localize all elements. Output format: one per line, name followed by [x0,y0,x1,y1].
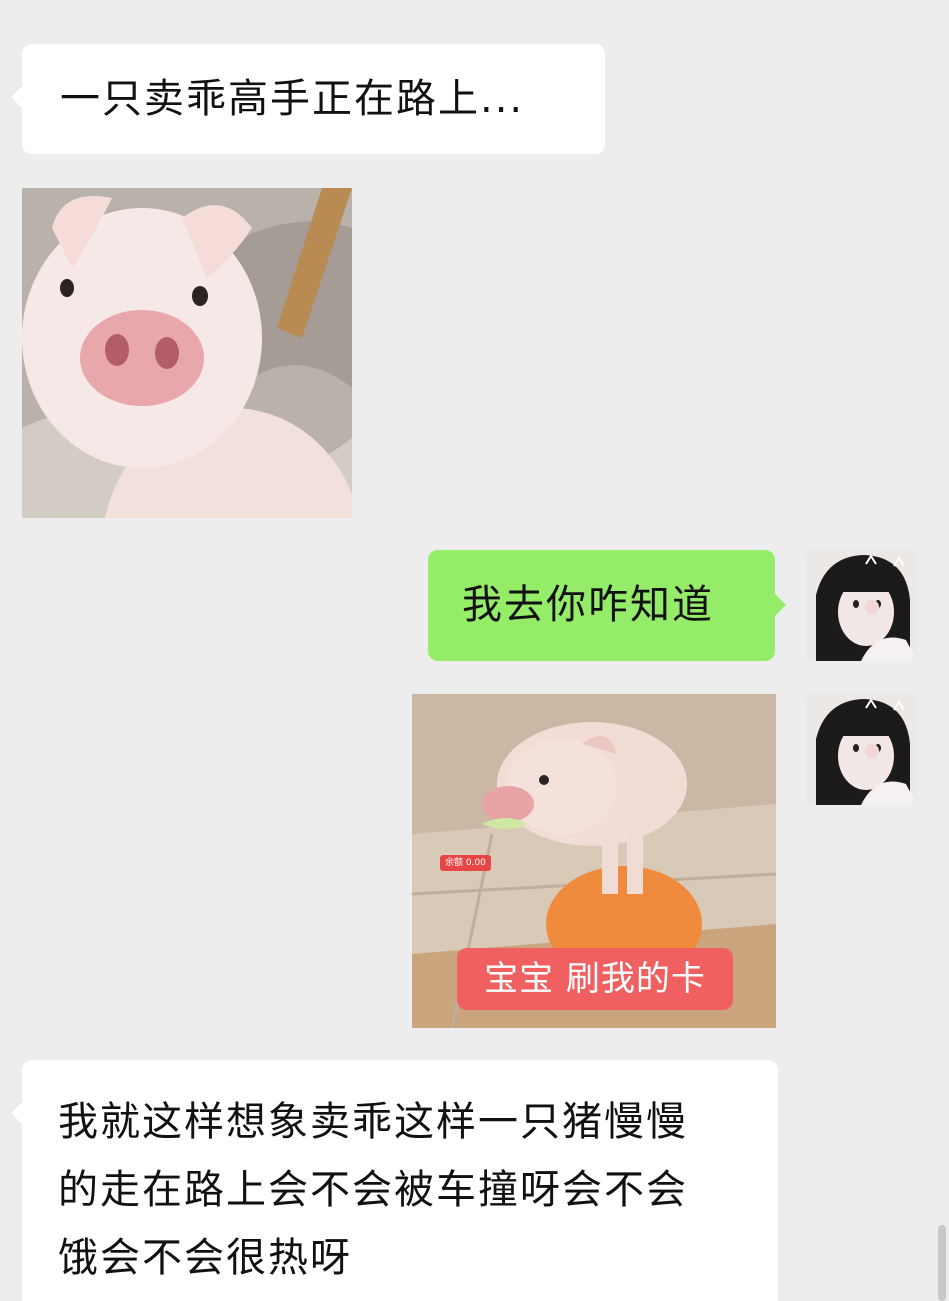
scrollbar[interactable] [938,1225,946,1301]
message-text-line: 的走在路上会不会被车撞呀会不会 [58,1167,688,1213]
incoming-message-bubble[interactable]: 一只卖乖高手正在路上... [22,44,605,154]
outgoing-bubble-tail [775,594,786,616]
incoming-message-bubble[interactable]: 我就这样想象卖乖这样一只猪慢慢 的走在路上会不会被车撞呀会不会 饿会不会很热呀 [22,1060,778,1301]
self-avatar[interactable] [806,550,917,661]
incoming-image-message[interactable] [22,188,352,518]
message-text: 我去你咋知道 [462,582,714,628]
message-text: 一只卖乖高手正在路上... [60,76,525,122]
incoming-bubble-tail [11,1102,22,1124]
incoming-bubble-tail [11,86,22,108]
balance-badge: 余额 0.00 [440,855,491,871]
piglet-photo-icon [22,188,352,518]
meme-caption: 宝宝 刷我的卡 [457,948,733,1010]
avatar-girl-icon [806,550,917,661]
self-avatar[interactable] [806,694,917,805]
outgoing-image-message[interactable]: 余额 0.00 宝宝 刷我的卡 [412,694,776,1028]
avatar-girl-icon [806,694,917,805]
message-text-line: 我就这样想象卖乖这样一只猪慢慢 [58,1099,688,1145]
outgoing-message-bubble[interactable]: 我去你咋知道 [428,550,775,661]
message-text-line: 饿会不会很热呀 [58,1235,352,1281]
